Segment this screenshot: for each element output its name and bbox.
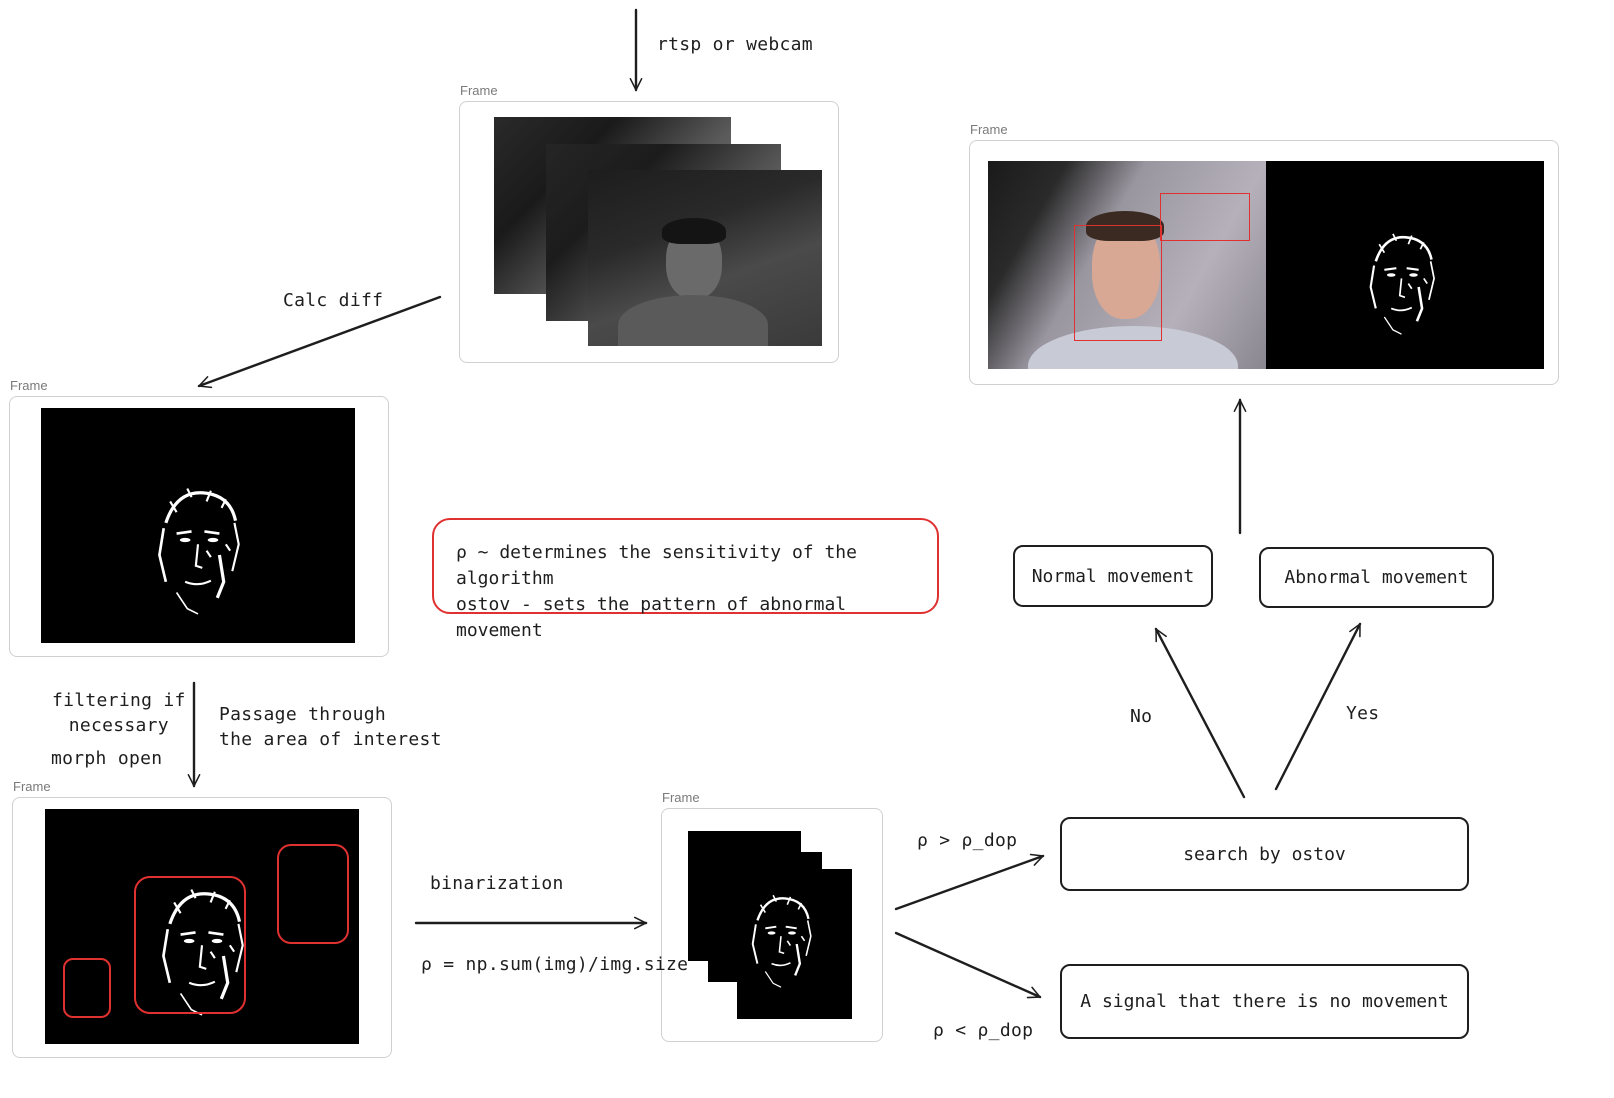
arrow-search-to-normal: [1154, 629, 1246, 799]
rho-formula-label: ρ = np.sum(img)/img.size: [421, 954, 689, 975]
input-source-label: rtsp or webcam: [657, 34, 813, 55]
roi-region-left[interactable]: [63, 958, 111, 1018]
binary-frame-front: [737, 869, 852, 1019]
morph-open-label: morph open: [51, 748, 163, 769]
face-edge-map: [741, 889, 821, 999]
search-by-ostov-box[interactable]: search by ostov: [1060, 817, 1469, 891]
frame-diff[interactable]: [9, 396, 389, 657]
yes-branch-label: Yes: [1346, 703, 1380, 724]
roi-image: [45, 809, 359, 1044]
frame-roi[interactable]: [12, 797, 392, 1058]
detection-box-face[interactable]: [1074, 225, 1162, 341]
result-edge-image: [1266, 161, 1544, 369]
arrow-binary-to-search: [894, 856, 1043, 911]
abnormal-movement-box[interactable]: Abnormal movement: [1259, 547, 1494, 608]
frame-label-diff: Frame: [10, 378, 48, 393]
no-branch-label: No: [1130, 706, 1153, 727]
frame-label-result: Frame: [970, 122, 1008, 137]
calc-diff-label: Calc diff: [283, 290, 384, 311]
frame-label-input: Frame: [460, 83, 498, 98]
frame-label-binary: Frame: [662, 790, 700, 805]
person-hair: [662, 218, 726, 244]
face-edge-map: [143, 480, 253, 630]
rho-greater-label: ρ > ρ_dop: [917, 830, 1018, 851]
rho-less-label: ρ < ρ_dop: [933, 1020, 1034, 1041]
note-line-ostov: ostov - sets the pattern of abnormal mov…: [456, 594, 847, 641]
face-edge-map: [1354, 227, 1449, 347]
person-shoulders: [618, 295, 768, 346]
note-line-rho: ρ ~ determines the sensitivity of the al…: [456, 542, 857, 589]
roi-region-face[interactable]: [134, 876, 246, 1014]
parameters-note[interactable]: ρ ~ determines the sensitivity of the al…: [432, 518, 939, 641]
passage-label: Passage through the area of interest: [219, 704, 442, 750]
filtering-label: filtering if necessary: [52, 690, 186, 736]
detection-box-top[interactable]: [1160, 193, 1250, 241]
frame-binary[interactable]: [661, 808, 883, 1042]
binarization-label: binarization: [430, 873, 564, 894]
frame-result[interactable]: [969, 140, 1559, 385]
no-movement-signal-box[interactable]: A signal that there is no movement: [1060, 964, 1469, 1039]
frame-input[interactable]: [459, 101, 839, 363]
normal-movement-box[interactable]: Normal movement: [1013, 545, 1213, 607]
frame-label-roi: Frame: [13, 779, 51, 794]
result-camera-image: [988, 161, 1266, 369]
diff-image: [41, 408, 355, 643]
arrow-binary-to-no-movement: [894, 931, 1040, 997]
roi-region-right[interactable]: [277, 844, 349, 944]
camera-frame-front: [588, 170, 822, 346]
